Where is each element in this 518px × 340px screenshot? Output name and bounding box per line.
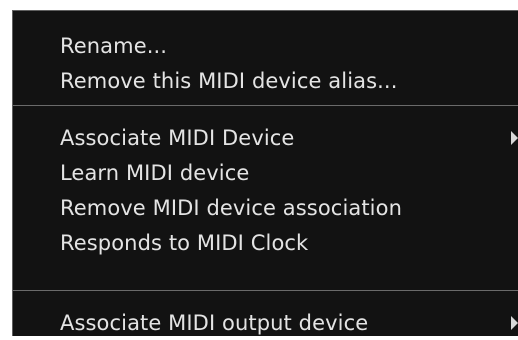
menu-item-label: Remove MIDI device association bbox=[60, 196, 402, 220]
submenu-arrow-icon bbox=[511, 316, 518, 330]
menu-separator bbox=[13, 105, 518, 106]
menu-item-remove-alias[interactable]: Remove this MIDI device alias... bbox=[60, 64, 397, 98]
menu-item-associate-midi-output[interactable]: Associate MIDI output device bbox=[60, 306, 368, 340]
menu-item-label: Rename... bbox=[60, 34, 168, 58]
submenu-arrow-icon bbox=[511, 131, 518, 145]
menu-separator bbox=[13, 290, 518, 291]
menu-item-responds-midi-clock[interactable]: Responds to MIDI Clock bbox=[60, 226, 308, 260]
menu-item-remove-association[interactable]: Remove MIDI device association bbox=[60, 191, 402, 225]
menu-item-label: Learn MIDI device bbox=[60, 161, 250, 185]
menu-item-learn-midi-device[interactable]: Learn MIDI device bbox=[60, 156, 249, 190]
menu-item-associate-midi-device[interactable]: Associate MIDI Device bbox=[60, 121, 294, 155]
menu-item-label: Associate MIDI Device bbox=[60, 126, 295, 150]
menu-item-label: Responds to MIDI Clock bbox=[60, 231, 309, 255]
menu-item-label: Associate MIDI output device bbox=[60, 311, 369, 335]
menu-item-rename[interactable]: Rename... bbox=[60, 29, 167, 63]
context-menu: Rename... Remove this MIDI device alias.… bbox=[12, 10, 518, 336]
menu-item-label: Remove this MIDI device alias... bbox=[60, 69, 398, 93]
